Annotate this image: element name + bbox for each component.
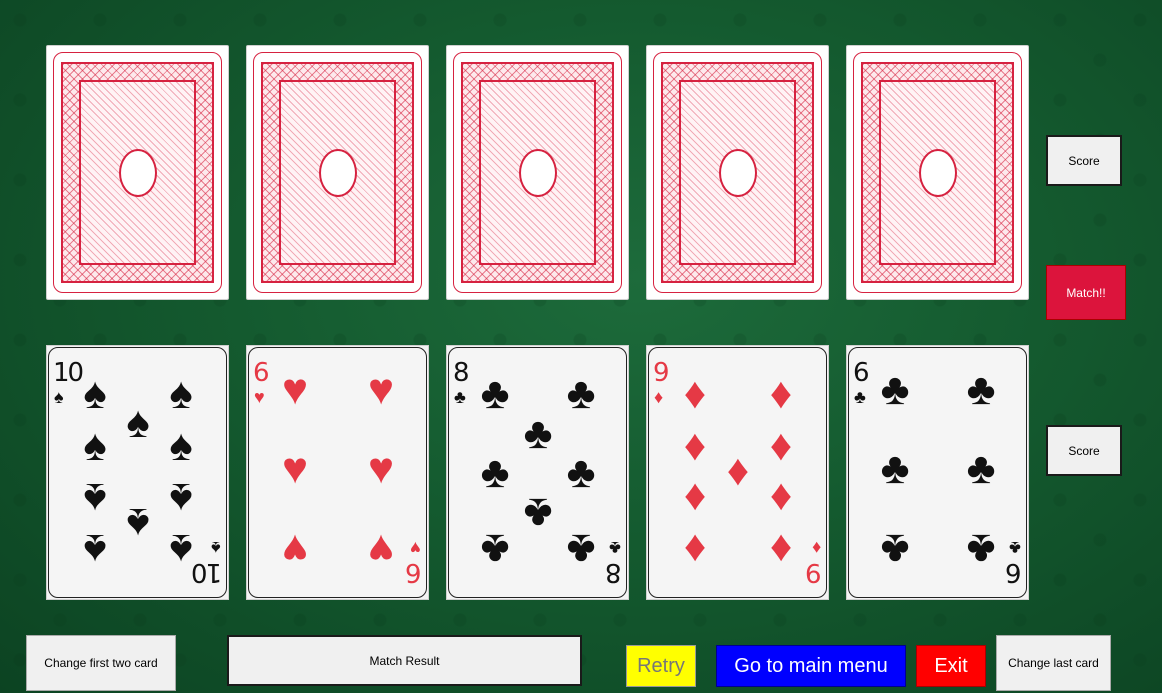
club-pip-icon: ♣ <box>966 365 996 414</box>
opponent-card-1[interactable] <box>46 45 229 300</box>
diamond-pip-icon: ♦ <box>683 369 707 418</box>
card-rank: 8 <box>607 557 622 587</box>
spade-icon: ♠ <box>54 387 64 407</box>
main-menu-button[interactable]: Go to main menu <box>716 645 906 687</box>
heart-pip-icon: ♥ <box>281 525 309 574</box>
club-pip-icon: ♣ <box>566 448 596 497</box>
diamond-pip-icon: ♦ <box>769 369 793 418</box>
club-pip-icon: ♣ <box>880 365 910 414</box>
spade-pip-icon: ♠ <box>169 474 193 523</box>
club-pip-icon: ♣ <box>480 525 510 574</box>
exit-button[interactable]: Exit <box>916 645 986 687</box>
opponent-card-2[interactable] <box>246 45 429 300</box>
score-bottom-button[interactable]: Score <box>1046 425 1122 476</box>
card-rank: 8 <box>453 358 469 388</box>
spade-pip-icon: ♠ <box>83 474 107 523</box>
player-card-2[interactable]: 6 ♥ 6 ♥ ♥ ♥ ♥ ♥ ♥ ♥ <box>246 345 429 600</box>
opponent-card-4[interactable] <box>646 45 829 300</box>
player-card-4[interactable]: 9 ♦ 9 ♦ ♦ ♦ ♦ ♦ ♦ ♦ ♦ ♦ ♦ <box>646 345 829 600</box>
club-icon: ♣ <box>854 387 866 407</box>
spade-icon: ♠ <box>211 538 221 558</box>
score-top-button[interactable]: Score <box>1046 135 1122 186</box>
card-rank: 6 <box>253 358 269 388</box>
spade-pip-icon: ♠ <box>126 499 150 548</box>
opponent-card-3[interactable] <box>446 45 629 300</box>
club-pip-icon: ♣ <box>880 525 910 574</box>
diamond-pip-icon: ♦ <box>726 446 750 495</box>
opponent-card-5[interactable] <box>846 45 1029 300</box>
heart-pip-icon: ♥ <box>281 444 309 493</box>
card-rank: 9 <box>807 557 822 587</box>
card-rank: 6 <box>853 358 869 388</box>
club-icon: ♣ <box>609 538 621 558</box>
diamond-pip-icon: ♦ <box>769 421 793 470</box>
spade-pip-icon: ♠ <box>169 525 193 574</box>
heart-pip-icon: ♥ <box>367 365 395 414</box>
spade-pip-icon: ♠ <box>83 369 107 418</box>
spade-pip-icon: ♠ <box>169 421 193 470</box>
club-pip-icon: ♣ <box>966 525 996 574</box>
player-card-3[interactable]: 8 ♣ 8 ♣ ♣ ♣ ♣ ♣ ♣ ♣ ♣ ♣ <box>446 345 629 600</box>
retry-button[interactable]: Retry <box>626 645 696 687</box>
change-first-two-card-button[interactable]: Change first two card <box>26 635 176 691</box>
player-card-5[interactable]: 6 ♣ 6 ♣ ♣ ♣ ♣ ♣ ♣ ♣ <box>846 345 1029 600</box>
club-pip-icon: ♣ <box>480 448 510 497</box>
club-pip-icon: ♣ <box>523 409 553 458</box>
heart-pip-icon: ♥ <box>367 525 395 574</box>
player-card-1[interactable]: 10 ♠ 10 ♠ ♠ ♠ ♠ ♠ ♠ ♠ ♠ ♠ ♠ ♠ <box>46 345 229 600</box>
club-pip-icon: ♣ <box>566 525 596 574</box>
diamond-pip-icon: ♦ <box>683 474 707 523</box>
card-rank: 9 <box>653 358 669 388</box>
club-icon: ♣ <box>454 387 466 407</box>
match-result-button[interactable]: Match Result <box>227 635 582 686</box>
heart-pip-icon: ♥ <box>367 444 395 493</box>
club-pip-icon: ♣ <box>966 444 996 493</box>
diamond-pip-icon: ♦ <box>683 525 707 574</box>
diamond-pip-icon: ♦ <box>769 474 793 523</box>
diamond-pip-icon: ♦ <box>683 421 707 470</box>
club-pip-icon: ♣ <box>566 369 596 418</box>
spade-pip-icon: ♠ <box>83 421 107 470</box>
club-icon: ♣ <box>1009 538 1021 558</box>
card-rank: 6 <box>407 557 422 587</box>
match-button[interactable]: Match!! <box>1046 265 1126 320</box>
card-rank: 6 <box>1007 557 1022 587</box>
heart-pip-icon: ♥ <box>281 365 309 414</box>
change-last-card-button[interactable]: Change last card <box>996 635 1111 691</box>
club-pip-icon: ♣ <box>880 444 910 493</box>
club-pip-icon: ♣ <box>523 489 553 538</box>
diamond-icon: ♦ <box>654 387 664 407</box>
spade-pip-icon: ♠ <box>126 398 150 447</box>
heart-icon: ♥ <box>410 538 421 558</box>
spade-pip-icon: ♠ <box>83 525 107 574</box>
club-pip-icon: ♣ <box>480 369 510 418</box>
diamond-pip-icon: ♦ <box>769 525 793 574</box>
heart-icon: ♥ <box>254 387 265 407</box>
diamond-icon: ♦ <box>811 538 821 558</box>
spade-pip-icon: ♠ <box>169 369 193 418</box>
